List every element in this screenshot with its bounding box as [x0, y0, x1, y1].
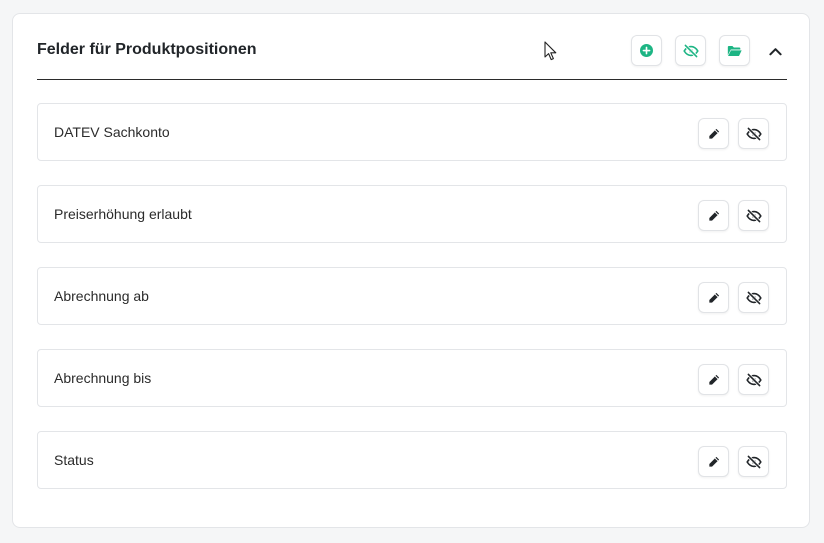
eye-slash-icon	[745, 454, 762, 469]
field-label: Status	[54, 452, 94, 468]
add-field-button[interactable]	[631, 35, 662, 66]
show-hidden-button[interactable]	[675, 35, 706, 66]
field-label: Abrechnung bis	[54, 370, 152, 386]
plus-circle-icon	[640, 44, 653, 57]
hide-field-button[interactable]	[738, 282, 769, 313]
field-label: Abrechnung ab	[54, 288, 149, 304]
edit-field-button[interactable]	[698, 282, 729, 313]
field-label: DATEV Sachkonto	[54, 124, 170, 140]
field-row: Abrechnung ab	[37, 267, 787, 325]
field-row: Status	[37, 431, 787, 489]
edit-field-button[interactable]	[698, 446, 729, 477]
fields-panel: Felder für Produktpositionen DATEV Sachk…	[12, 13, 810, 528]
field-row: DATEV Sachkonto	[37, 103, 787, 161]
hide-field-button[interactable]	[738, 446, 769, 477]
hide-field-button[interactable]	[738, 364, 769, 395]
chevron-up-icon	[768, 47, 782, 56]
pencil-icon	[708, 292, 720, 304]
hide-field-button[interactable]	[738, 118, 769, 149]
edit-field-button[interactable]	[698, 200, 729, 231]
pencil-icon	[708, 374, 720, 386]
section-title: Felder für Produktpositionen	[37, 41, 257, 58]
folder-open-icon	[727, 45, 742, 57]
eye-slash-icon	[682, 43, 699, 58]
edit-field-button[interactable]	[698, 364, 729, 395]
open-folder-button[interactable]	[719, 35, 750, 66]
edit-field-button[interactable]	[698, 118, 729, 149]
pencil-icon	[708, 456, 720, 468]
field-row: Preiserhöhung erlaubt	[37, 185, 787, 243]
field-label: Preiserhöhung erlaubt	[54, 206, 192, 222]
pencil-icon	[708, 128, 720, 140]
hide-field-button[interactable]	[738, 200, 769, 231]
section-header: Felder für Produktpositionen	[37, 35, 788, 80]
eye-slash-icon	[745, 208, 762, 223]
mouse-cursor-icon	[544, 41, 558, 61]
eye-slash-icon	[745, 126, 762, 141]
eye-slash-icon	[745, 290, 762, 305]
pencil-icon	[708, 210, 720, 222]
eye-slash-icon	[745, 372, 762, 387]
collapse-button[interactable]	[762, 38, 788, 64]
field-row: Abrechnung bis	[37, 349, 787, 407]
